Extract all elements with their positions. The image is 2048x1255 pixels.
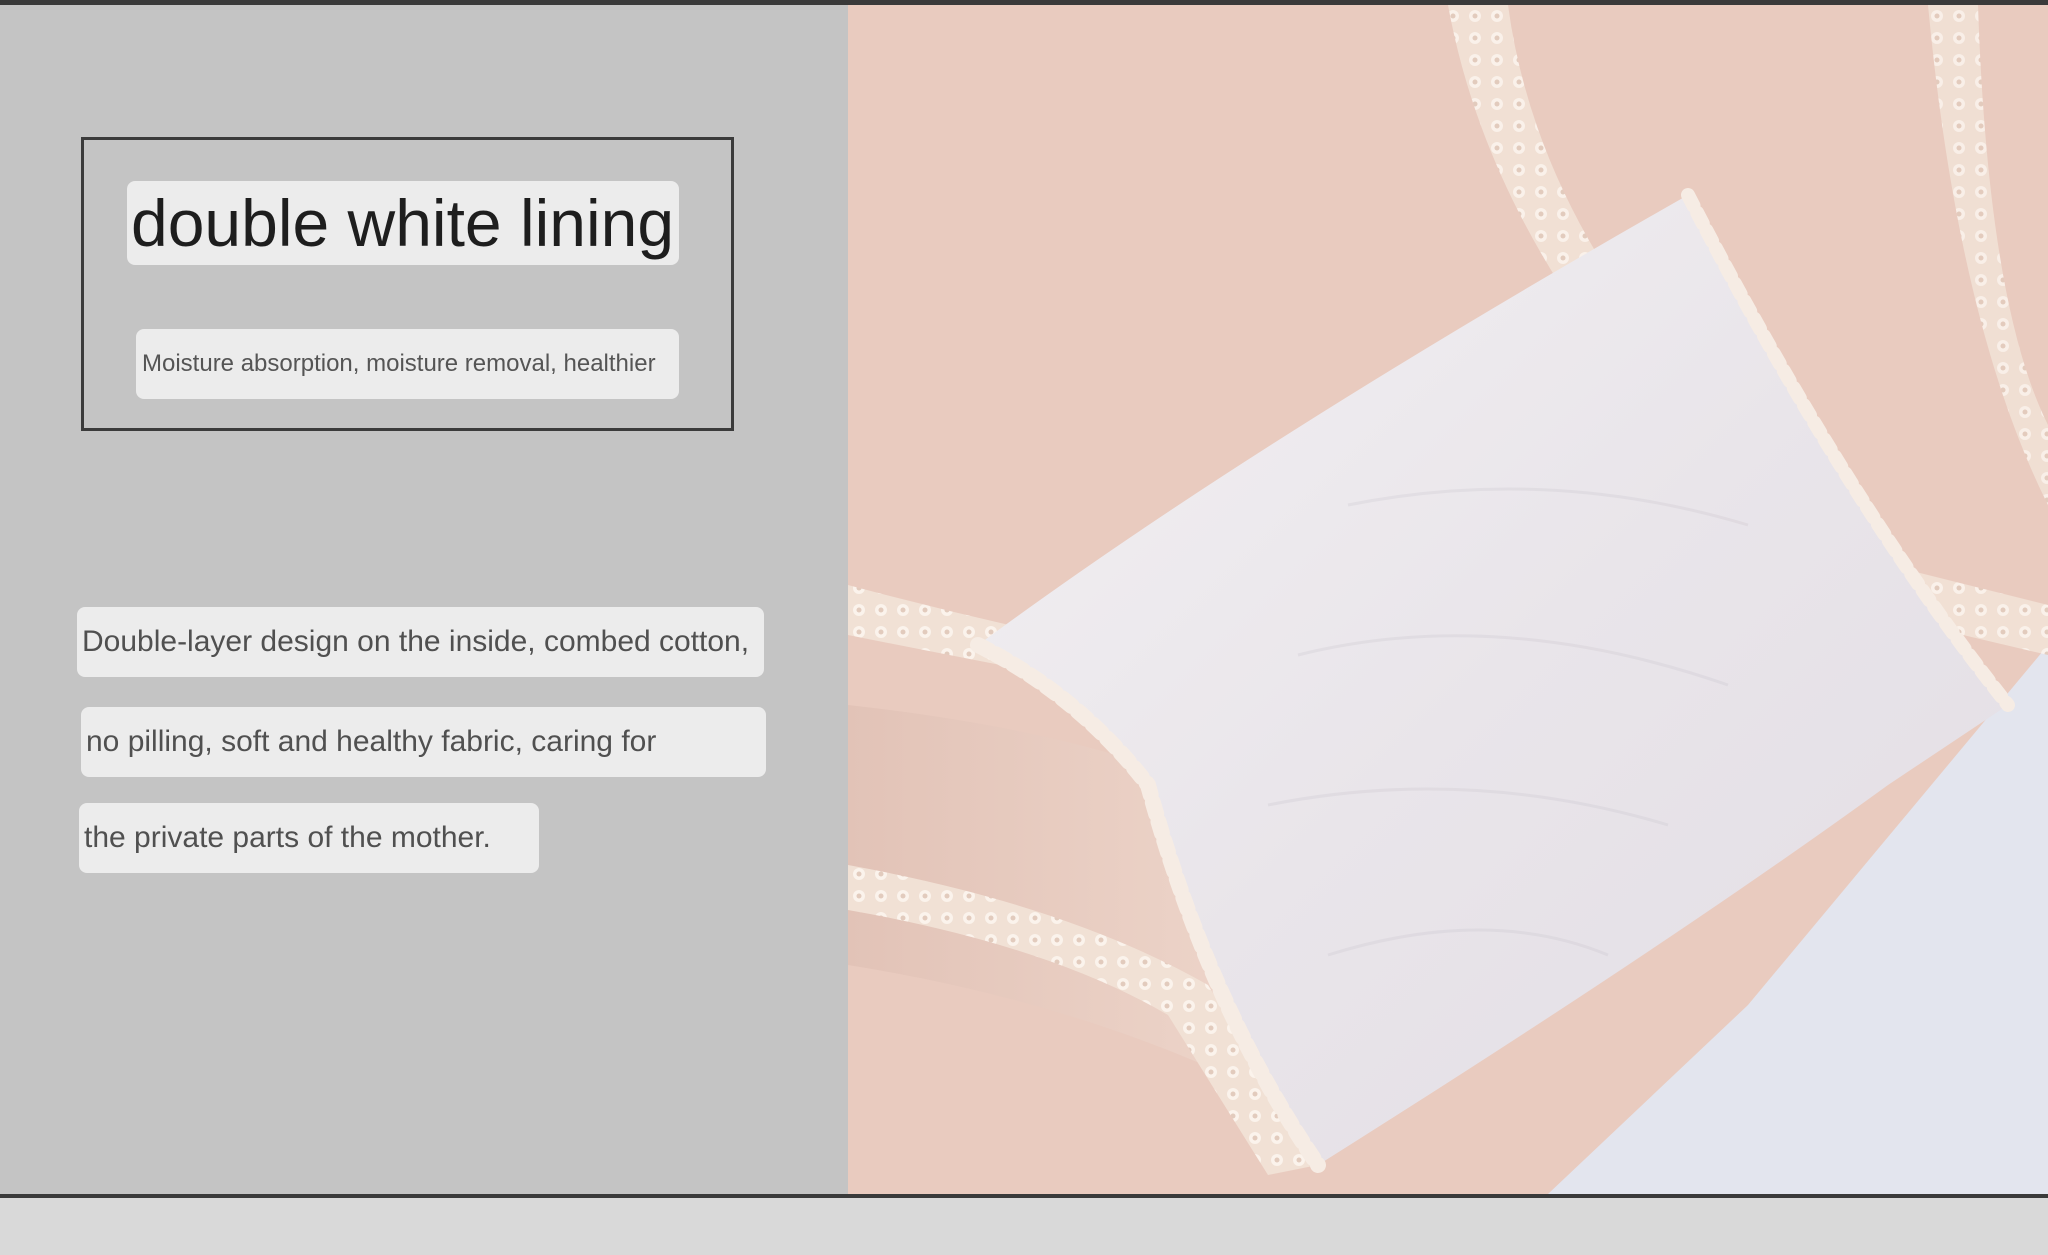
footer-band (0, 1198, 2048, 1255)
description-line: no pilling, soft and healthy fabric, car… (81, 707, 766, 777)
product-photo (848, 5, 2048, 1194)
feature-title: double white lining (127, 181, 679, 265)
underwear-lining-illustration (848, 5, 2048, 1194)
description-line: Double-layer design on the inside, combe… (77, 607, 764, 677)
description-line: the private parts of the mother. (79, 803, 539, 873)
feature-subtitle: Moisture absorption, moisture removal, h… (136, 329, 679, 399)
